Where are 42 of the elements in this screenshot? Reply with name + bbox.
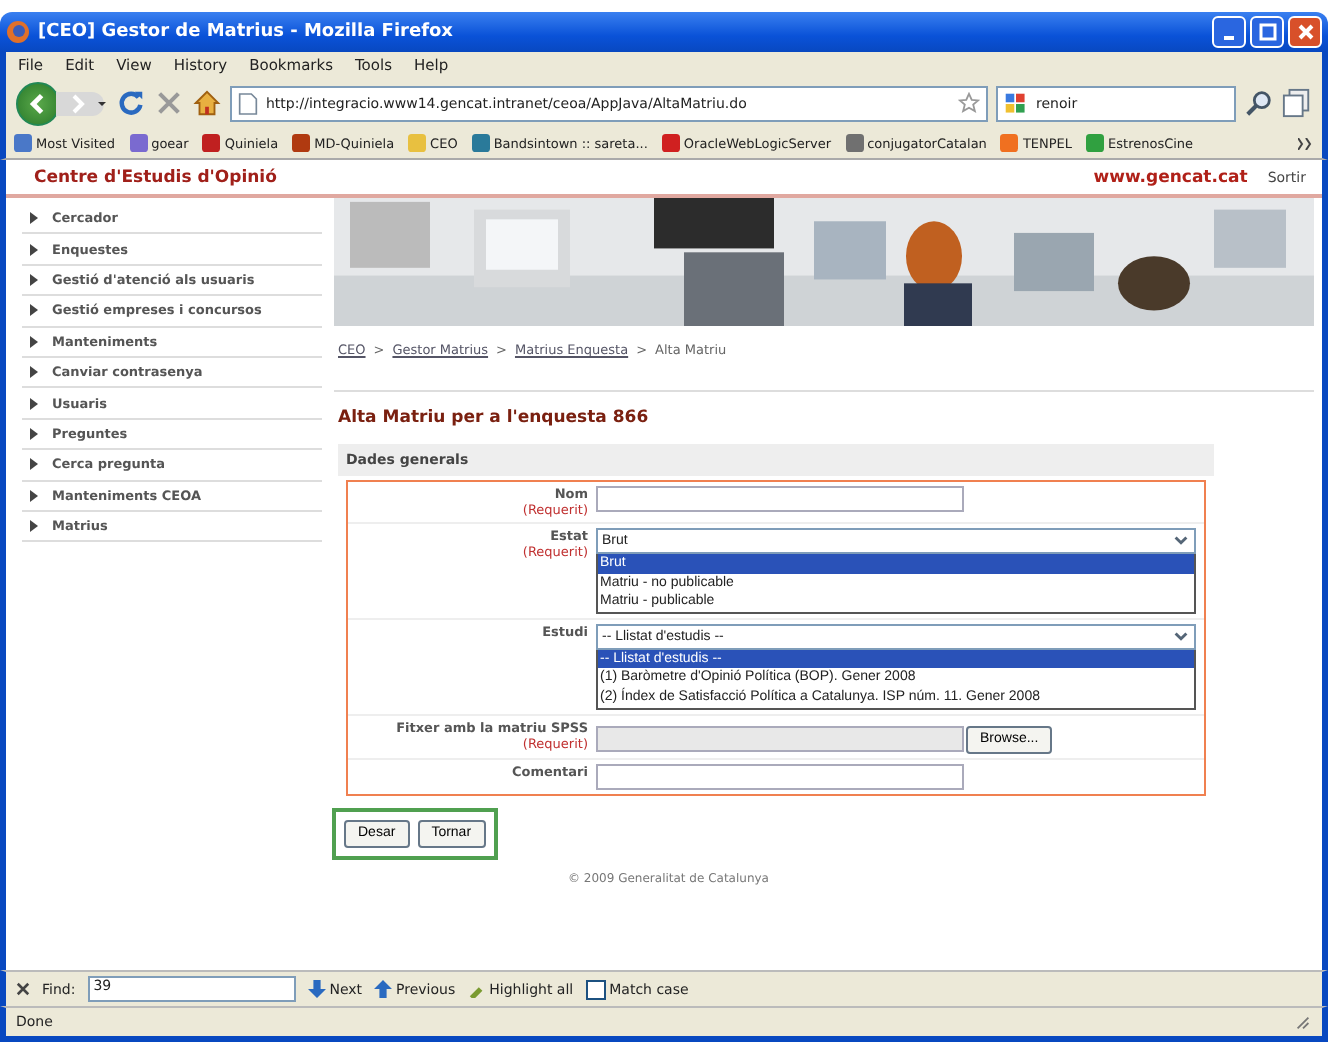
close-icon: [1295, 22, 1315, 42]
match-case-checkbox[interactable]: [585, 979, 606, 999]
triangle-icon: [30, 273, 38, 286]
home-icon[interactable]: [192, 88, 222, 118]
star-icon[interactable]: [958, 92, 980, 114]
stop-icon[interactable]: [154, 88, 184, 118]
browser-logo-icon: [6, 20, 30, 44]
site-domain[interactable]: www.gencat.cat: [1093, 167, 1248, 187]
triangle-icon: [30, 427, 38, 440]
status-icon: [1294, 1013, 1312, 1031]
triangle-icon: [30, 397, 38, 410]
more-bookmarks-icon[interactable]: [1298, 137, 1314, 149]
maximize-button[interactable]: [1250, 16, 1284, 48]
up-arrow-icon: [374, 980, 393, 998]
window-title: [CEO] Gestor de Matrius - Mozilla Firefox: [38, 22, 453, 42]
back-button[interactable]: [16, 81, 60, 125]
down-arrow-icon: [307, 980, 326, 998]
pages-icon[interactable]: [1282, 88, 1312, 118]
triangle-icon: [30, 304, 38, 317]
triangle-icon: [30, 243, 38, 256]
minimize-icon: [1224, 35, 1234, 39]
triangle-icon: [30, 458, 38, 471]
minimize-button[interactable]: [1212, 16, 1246, 48]
triangle-icon: [30, 520, 38, 533]
caret-icon: [1172, 532, 1190, 550]
search-icon[interactable]: [1244, 88, 1274, 118]
triangle-icon: [30, 212, 38, 225]
text-field[interactable]: [596, 763, 964, 790]
text-field[interactable]: [596, 486, 964, 512]
site-name: Centre d'Estudis d'Opinió: [34, 167, 277, 187]
close-icon[interactable]: [16, 982, 30, 996]
triangle-icon: [30, 366, 38, 379]
close-button[interactable]: [1288, 16, 1322, 48]
triangle-icon: [30, 335, 38, 348]
page-icon: [238, 91, 258, 115]
page-heading: Alta Matriu per a l'enquesta 866: [338, 408, 651, 428]
reload-icon[interactable]: [116, 88, 146, 118]
maximize-icon: [1257, 22, 1277, 42]
caret-icon: [1172, 627, 1190, 646]
search-engine-icon[interactable]: [1004, 91, 1028, 115]
file-path-field[interactable]: [596, 725, 964, 752]
triangle-icon: [30, 489, 38, 502]
